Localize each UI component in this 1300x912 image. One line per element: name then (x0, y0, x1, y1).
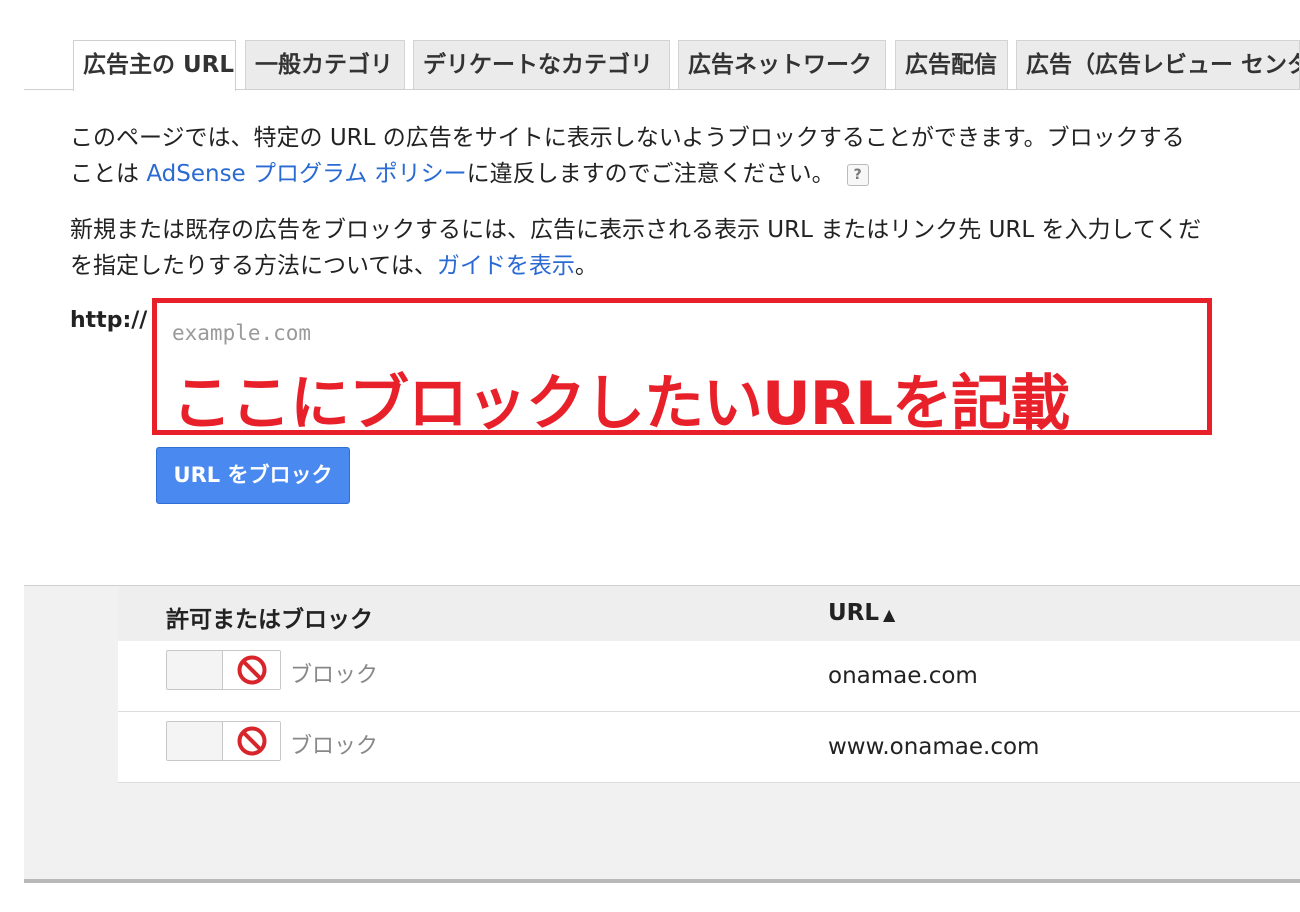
column-header-allow-block[interactable]: 許可またはブロック (166, 600, 373, 634)
url-input[interactable] (170, 312, 1204, 354)
intro-line-2: ことは AdSense プログラム ポリシーに違反しますのでご注意ください。? (70, 156, 1300, 192)
table-row: ブロック www.onamae.com (118, 712, 1300, 783)
block-status-label: ブロック (290, 663, 379, 688)
intro-line-1: このページでは、特定の URL の広告をサイトに表示しないようブロックすることが… (70, 125, 1185, 151)
tab-sensitive-categories[interactable]: デリケートなカテゴリ (413, 40, 670, 89)
column-header-url[interactable]: URL ▲ (828, 600, 895, 626)
table-bottom-border (24, 879, 1300, 883)
adsense-policy-link[interactable]: AdSense プログラム ポリシー (146, 161, 466, 187)
tab-label: 広告主の URL (83, 52, 235, 78)
intro-text: このページでは、特定の URL の広告をサイトに表示しないようブロックすることが… (70, 120, 1300, 192)
block-status-label: ブロック (290, 734, 379, 759)
instructions-text: 新規または既存の広告をブロックするには、広告に表示される表示 URL またはリン… (70, 212, 1300, 284)
block-url-button[interactable]: URL をブロック (156, 447, 350, 504)
block-toggle[interactable] (166, 721, 281, 761)
table-row: ブロック onamae.com (118, 641, 1300, 712)
help-icon[interactable]: ? (846, 163, 869, 186)
tab-general-categories[interactable]: 一般カテゴリ (245, 40, 405, 89)
tab-label: 広告（広告レビュー センタ (1026, 52, 1300, 78)
annotation-text: ここにブロックしたいURLを記載 (172, 369, 1070, 439)
toggle-knob (222, 651, 280, 689)
instructions-line-1: 新規または既存の広告をブロックするには、広告に表示される表示 URL またはリン… (70, 217, 1202, 243)
tab-label: 一般カテゴリ (255, 52, 393, 78)
tab-advertiser-urls[interactable]: 広告主の URL (73, 40, 236, 91)
sort-ascending-icon: ▲ (883, 605, 896, 624)
tab-ad-review-center[interactable]: 広告（広告レビュー センタ (1016, 40, 1300, 89)
ban-icon (237, 726, 267, 756)
block-toggle[interactable] (166, 650, 281, 690)
tab-ad-networks[interactable]: 広告ネットワーク (678, 40, 886, 89)
tab-label: デリケートなカテゴリ (423, 52, 653, 78)
http-prefix-label: http:// (70, 308, 148, 333)
url-cell: www.onamae.com (828, 734, 1040, 760)
toggle-knob (222, 722, 280, 760)
tab-ad-serving[interactable]: 広告配信 (895, 40, 1008, 89)
tab-label: 広告ネットワーク (688, 52, 872, 78)
url-cell: onamae.com (828, 663, 978, 689)
ban-icon (237, 655, 267, 685)
view-guide-link[interactable]: ガイドを表示 (437, 253, 575, 279)
tab-label: 広告配信 (905, 52, 997, 78)
instructions-line-2: を指定したりする方法については、ガイドを表示。 (70, 253, 598, 279)
